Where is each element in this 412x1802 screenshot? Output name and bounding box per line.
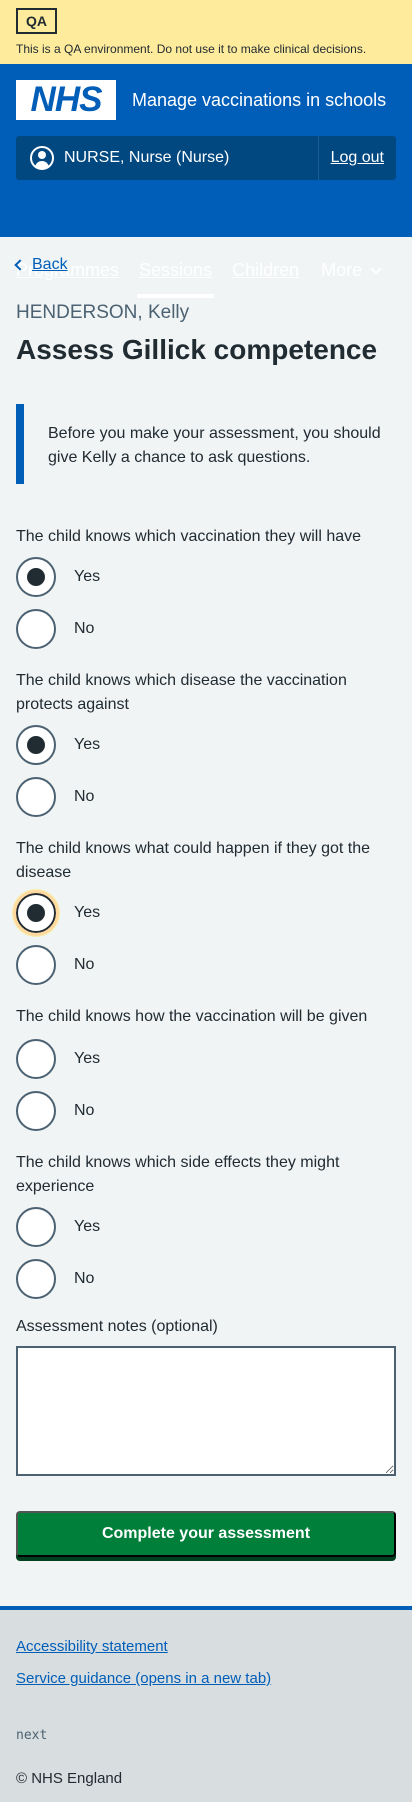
radio-q3-no[interactable]: No — [16, 945, 94, 985]
chevron-down-icon — [370, 262, 382, 275]
notes-label: Assessment notes (optional) — [16, 1318, 218, 1335]
radio-label: No — [74, 1270, 95, 1287]
radio-circle[interactable] — [16, 1259, 56, 1299]
radio-circle[interactable] — [16, 1091, 56, 1131]
nav-more-label: More — [321, 260, 363, 280]
primary-nav — [16, 188, 396, 237]
radio-q2-yes[interactable]: Yes — [16, 725, 100, 765]
accessibility-statement-link[interactable]: Accessibility statement — [16, 1638, 168, 1655]
radio-label: No — [74, 620, 95, 637]
radio-label: Yes — [74, 904, 101, 921]
qa-tag: QA — [16, 8, 57, 34]
question-vaccination-known: The child knows which vaccination they w… — [16, 528, 362, 545]
radio-circle[interactable] — [13, 890, 59, 936]
question-disease-consequences: The child knows what could happen if the… — [16, 840, 370, 881]
radio-q3-yes[interactable]: Yes — [13, 890, 101, 936]
inset-text: Before you make your assessment, you sho… — [16, 404, 396, 484]
radio-label: Yes — [74, 736, 101, 753]
page-title: Assess Gillick competence — [16, 334, 378, 365]
radio-circle[interactable] — [16, 777, 56, 817]
nhs-logo[interactable]: NHS — [16, 80, 116, 120]
radio-circle[interactable] — [16, 557, 56, 597]
service-guidance-link[interactable]: Service guidance (opens in a new tab) — [16, 1670, 271, 1687]
question-side-effects-known: The child knows which side effects they … — [16, 1154, 340, 1195]
question-disease-known: The child knows which disease the vaccin… — [16, 672, 347, 713]
radio-q4-yes[interactable]: Yes — [16, 1039, 100, 1079]
nav-more-button[interactable]: More — [321, 260, 382, 281]
radio-circle[interactable] — [16, 1207, 56, 1247]
complete-assessment-button[interactable]: Complete your assessment — [16, 1511, 396, 1557]
radio-label: Yes — [74, 568, 101, 585]
assessment-notes-input[interactable] — [16, 1346, 396, 1476]
nhs-logo-text: NHS — [30, 80, 103, 119]
account-name: NURSE, Nurse (Nurse) — [64, 149, 230, 166]
account-bar: NURSE, Nurse (Nurse) Log out — [16, 136, 396, 180]
radio-label: No — [74, 1102, 95, 1119]
inset-text-content: Before you make your assessment, you sho… — [48, 425, 381, 466]
nav-item-children[interactable]: Children — [232, 260, 299, 281]
radio-q1-no[interactable]: No — [16, 609, 94, 649]
radio-circle[interactable] — [16, 725, 56, 765]
logout-link[interactable]: Log out — [317, 136, 396, 180]
chevron-left-icon — [14, 259, 26, 271]
version-label: next — [16, 1728, 48, 1743]
radio-q2-no[interactable]: No — [16, 777, 94, 817]
back-link-label: Back — [32, 256, 68, 273]
radio-circle[interactable] — [16, 1039, 56, 1079]
user-icon — [30, 146, 54, 170]
nav-active-indicator — [137, 294, 215, 298]
radio-circle[interactable] — [16, 609, 56, 649]
radio-q5-no[interactable]: No — [16, 1259, 94, 1299]
radio-q1-yes[interactable]: Yes — [16, 557, 100, 597]
qa-warning-text: This is a QA environment. Do not use it … — [16, 42, 367, 56]
nav-item-sessions[interactable]: Sessions — [137, 260, 215, 298]
service-name[interactable]: Manage vaccinations in schools — [132, 84, 386, 116]
radio-q5-yes[interactable]: Yes — [16, 1207, 100, 1247]
radio-label: Yes — [74, 1218, 101, 1235]
radio-circle[interactable] — [16, 945, 56, 985]
nav-links: Programmes Sessions Children More — [16, 260, 382, 298]
patient-name-caption: HENDERSON, Kelly — [16, 302, 190, 323]
copyright: © NHS England — [16, 1770, 123, 1787]
site-header: NHS Manage vaccinations in schools NURSE… — [0, 64, 412, 298]
site-footer: Accessibility statement Service guidance… — [0, 1606, 412, 1802]
radio-label: No — [74, 788, 95, 805]
back-link[interactable]: Back — [14, 256, 68, 274]
qa-banner: QA This is a QA environment. Do not use … — [0, 0, 412, 64]
nav-item-sessions-label: Sessions — [139, 260, 213, 280]
radio-q4-no[interactable]: No — [16, 1091, 94, 1131]
radio-label: No — [74, 956, 95, 973]
radio-label: Yes — [74, 1050, 101, 1067]
question-method-known: The child knows how the vaccination will… — [16, 1008, 368, 1025]
